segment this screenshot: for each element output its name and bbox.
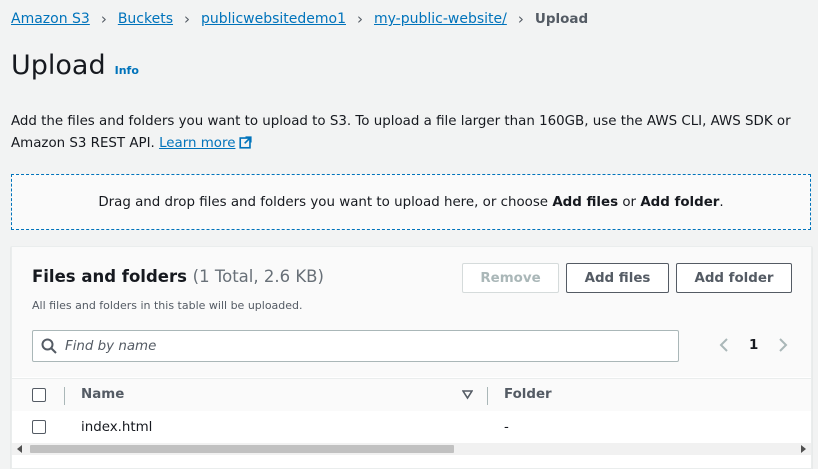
dropzone-add-files: Add files [552, 194, 619, 210]
breadcrumb-bucket-name[interactable]: publicwebsitedemo1 [201, 11, 346, 27]
row-name: index.html [81, 420, 153, 435]
breadcrumb-folder[interactable]: my-public-website/ [374, 11, 507, 27]
chevron-left-icon[interactable] [717, 337, 731, 353]
dropzone-add-folder: Add folder [640, 194, 720, 210]
scroll-right-icon[interactable] [799, 445, 807, 453]
dropzone-suffix: . [719, 194, 724, 210]
chevron-right-icon[interactable] [776, 337, 790, 353]
column-divider[interactable] [487, 387, 488, 405]
page-header: Upload Info [11, 50, 139, 81]
row-checkbox[interactable] [32, 420, 46, 434]
sort-down-icon[interactable] [462, 390, 473, 400]
breadcrumb-buckets[interactable]: Buckets [118, 11, 173, 27]
panel-title-text: Files and folders [32, 267, 187, 286]
external-link-icon[interactable] [239, 136, 253, 149]
dropzone-text: Drag and drop files and folders you want… [98, 195, 723, 210]
table-header: Name Folder [12, 378, 811, 412]
breadcrumb-amazon-s3[interactable]: Amazon S3 [11, 11, 90, 27]
breadcrumb-current: Upload [534, 11, 589, 27]
description-text: Add the files and folders you want to up… [11, 114, 791, 151]
breadcrumb-separator-icon: › [517, 10, 524, 28]
row-folder: - [504, 420, 509, 435]
page-description: Add the files and folders you want to up… [11, 111, 811, 155]
panel-count: (1 Total, 2.6 KB) [192, 267, 324, 286]
info-link[interactable]: Info [115, 64, 139, 77]
panel-header: Files and folders (1 Total, 2.6 KB) All … [12, 247, 811, 377]
breadcrumb-separator-icon: › [100, 10, 107, 28]
breadcrumb-separator-icon: › [357, 10, 363, 28]
table-row[interactable]: index.html - [12, 411, 811, 443]
page-title: Upload [11, 50, 106, 81]
breadcrumb: Amazon S3 › Buckets › publicwebsitedemo1… [11, 10, 588, 28]
panel-title: Files and folders (1 Total, 2.6 KB) [32, 267, 324, 286]
scrollbar-thumb[interactable] [30, 445, 454, 453]
panel-subtitle: All files and folders in this table will… [32, 299, 303, 312]
breadcrumb-separator-icon: › [184, 10, 191, 28]
column-header-name[interactable]: Name [81, 387, 124, 402]
files-and-folders-panel: Files and folders (1 Total, 2.6 KB) All … [11, 246, 812, 469]
pagination: 1 [717, 337, 790, 353]
scroll-left-icon[interactable] [16, 445, 24, 453]
dropzone-prefix: Drag and drop files and folders you want… [98, 194, 549, 210]
page-number[interactable]: 1 [749, 338, 758, 353]
search-box[interactable] [32, 330, 679, 362]
add-folder-button[interactable]: Add folder [676, 263, 792, 293]
search-input[interactable] [63, 337, 657, 355]
remove-button[interactable]: Remove [462, 263, 559, 293]
add-files-button[interactable]: Add files [566, 263, 669, 293]
horizontal-scrollbar[interactable] [12, 443, 811, 455]
learn-more-link[interactable]: Learn more [159, 136, 235, 151]
column-header-folder[interactable]: Folder [504, 387, 552, 402]
upload-dropzone[interactable]: Drag and drop files and folders you want… [11, 174, 811, 230]
select-all-checkbox[interactable] [32, 388, 46, 402]
column-divider [64, 387, 65, 405]
search-icon [41, 338, 57, 354]
dropzone-or: or [622, 194, 637, 210]
